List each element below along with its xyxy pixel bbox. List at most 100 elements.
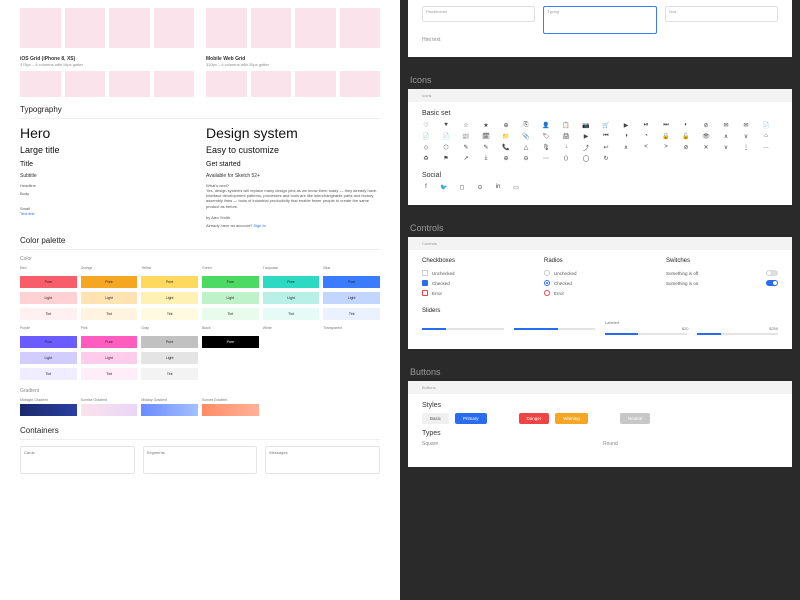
swatch-transparent-light bbox=[323, 352, 380, 364]
swatch-purple-pure: Pure bbox=[20, 336, 77, 348]
basic-icon-20: 📰 bbox=[462, 132, 470, 140]
type-title: Title bbox=[20, 161, 194, 168]
palette-row-1-pure: Pure Pure Pure Pure Pure Pure bbox=[20, 276, 380, 288]
basic-icon-47: < bbox=[642, 143, 650, 151]
inputs-card: Placeholder Typing Text Hint text bbox=[408, 0, 792, 57]
grad-midnight-label: Midnight Gradient bbox=[20, 398, 77, 402]
basic-icon-7: 📋 bbox=[562, 121, 570, 129]
swatch-orange-light: Light bbox=[81, 292, 138, 304]
checkbox-checked[interactable] bbox=[422, 280, 428, 286]
radio-error[interactable] bbox=[544, 290, 550, 296]
type-large-sample: Easy to customize bbox=[206, 145, 380, 155]
checkboxes-heading: Checkboxes bbox=[422, 258, 534, 264]
basic-icon-9: 🛒 bbox=[602, 121, 610, 129]
grad-sunset-label: Sunset Gradient bbox=[202, 398, 259, 402]
icons-social-heading: Social bbox=[422, 172, 778, 179]
buttons-round-label: Round bbox=[603, 441, 778, 447]
container-cards: Cards bbox=[20, 446, 135, 474]
basic-icon-12: ⏭ bbox=[662, 121, 670, 129]
signin-link[interactable]: Sign In bbox=[253, 223, 265, 228]
switch-off-label: Something is off bbox=[666, 271, 698, 276]
checkbox-error[interactable] bbox=[422, 290, 428, 296]
swatch-white-light bbox=[263, 352, 320, 364]
swatch-blue-tint: Tint bbox=[323, 308, 380, 320]
icons-card: Icons Basic set ♡♥☆★⊕⎘👤📋📷🛒▶⏯⏭◐⊘✉✉📄📄📄📰🗓📁📎… bbox=[408, 89, 792, 205]
sliders-heading: Sliders bbox=[422, 308, 778, 314]
button-basic[interactable]: Basic bbox=[422, 413, 449, 424]
basic-icon-18: 📄 bbox=[422, 132, 430, 140]
switch-on[interactable] bbox=[766, 280, 778, 286]
swatch-turquoise-light: Light bbox=[263, 292, 320, 304]
input-typing[interactable]: Typing bbox=[543, 6, 656, 34]
basic-icon-29: ◔ bbox=[642, 132, 650, 140]
social-icon-2: ◻ bbox=[458, 183, 466, 191]
grad-sunset bbox=[202, 404, 259, 416]
switch-on-label: Something is on bbox=[666, 281, 698, 286]
swatch-gray-tint: Tint bbox=[141, 368, 198, 380]
input-placeholder[interactable]: Placeholder bbox=[422, 6, 535, 22]
button-primary[interactable]: Primary bbox=[455, 413, 487, 424]
slider-range[interactable]: $259 bbox=[697, 333, 779, 335]
checkbox-checked-label: Checked bbox=[432, 281, 450, 286]
type-large: Large title bbox=[20, 145, 194, 155]
basic-icon-16: ✉ bbox=[742, 121, 750, 129]
basic-icon-3: ★ bbox=[482, 121, 490, 129]
mobile-grid-sub: 320px – 4 columns with 20px gutter bbox=[206, 62, 380, 67]
slider-2[interactable] bbox=[514, 328, 596, 330]
buttons-styles-heading: Styles bbox=[422, 402, 778, 409]
basic-icon-34: ∨ bbox=[742, 132, 750, 140]
type-link-sample-wrap: Already have an account? Sign In bbox=[206, 223, 380, 228]
basic-icon-48: > bbox=[662, 143, 670, 151]
slider-range-value: $259 bbox=[769, 326, 778, 331]
swatch-yellow-light: Light bbox=[141, 292, 198, 304]
button-warning[interactable]: Warning bbox=[555, 413, 588, 424]
checkbox-unchecked[interactable] bbox=[422, 270, 428, 276]
radio-checked[interactable] bbox=[544, 280, 550, 286]
basic-icon-4: ⊕ bbox=[502, 121, 510, 129]
basic-icon-24: 🏷 bbox=[542, 132, 550, 140]
switch-off[interactable] bbox=[766, 270, 778, 276]
basic-icon-51: ∨ bbox=[722, 143, 730, 151]
switches-heading: Switches bbox=[666, 258, 778, 264]
radio-unchecked[interactable] bbox=[544, 270, 550, 276]
basic-icon-37: ⬡ bbox=[442, 143, 450, 151]
buttons-types-heading: Types bbox=[422, 430, 778, 437]
palette-row-1-tint: Tint Tint Tint Tint Tint Tint bbox=[20, 308, 380, 320]
swatch-green-light: Light bbox=[202, 292, 259, 304]
buttons-section-label: Buttons bbox=[408, 361, 792, 381]
basic-icon-35: ⌂ bbox=[762, 132, 770, 140]
icons-section-label: Icons bbox=[408, 69, 792, 89]
swatch-gray-pure: Pure bbox=[141, 336, 198, 348]
slider-1[interactable] bbox=[422, 328, 504, 330]
basic-icon-58: ⊕ bbox=[502, 154, 510, 162]
type-small-sample: by Alex Smith bbox=[206, 215, 380, 220]
button-neutral[interactable]: Neutral bbox=[620, 413, 651, 424]
typography-heading: Typography bbox=[20, 105, 380, 119]
swatch-black-pure: Pure bbox=[202, 336, 259, 348]
button-danger[interactable]: Danger bbox=[519, 413, 550, 424]
basic-icon-46: ∧ bbox=[622, 143, 630, 151]
radio-unchecked-label: Unchecked bbox=[554, 271, 577, 276]
input-text[interactable]: Text bbox=[665, 6, 778, 22]
color-black-label: Black bbox=[202, 326, 259, 330]
grad-midday-label: Midday Gradient bbox=[141, 398, 198, 402]
basic-icon-14: ⊘ bbox=[702, 121, 710, 129]
basic-icon-63: ↻ bbox=[602, 154, 610, 162]
basic-icon-54: ♻ bbox=[422, 154, 430, 162]
swatch-blue-pure: Pure bbox=[323, 276, 380, 288]
swatch-red-tint: Tint bbox=[20, 308, 77, 320]
slider-labeled[interactable]: $20 bbox=[605, 333, 687, 335]
basic-icon-39: ✎ bbox=[482, 143, 490, 151]
swatch-green-tint: Tint bbox=[202, 308, 259, 320]
swatch-orange-tint: Tint bbox=[81, 308, 138, 320]
swatch-white-tint bbox=[263, 368, 320, 380]
palette-row-2-labels: Purple Pink Gray Black White Transparent bbox=[20, 326, 380, 332]
controls-section-label: Controls bbox=[408, 217, 792, 237]
palette-color-label: Color bbox=[20, 256, 380, 262]
basic-icon-50: ✕ bbox=[702, 143, 710, 151]
basic-icon-61: ⟨⟩ bbox=[562, 154, 570, 162]
basic-icon-5: ⎘ bbox=[522, 121, 530, 129]
basic-icon-17: 📄 bbox=[762, 121, 770, 129]
grad-midday bbox=[141, 404, 198, 416]
swatch-pink-pure: Pure bbox=[81, 336, 138, 348]
